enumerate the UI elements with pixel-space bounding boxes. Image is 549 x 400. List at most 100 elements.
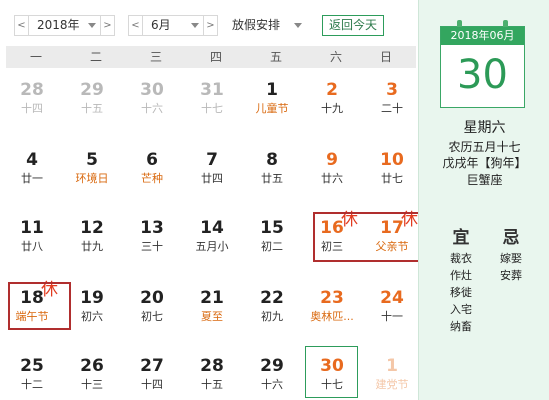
day-number: 3 xyxy=(386,80,398,100)
day-number: 1 xyxy=(386,356,398,376)
day-cell[interactable]: 1 建党节 xyxy=(362,346,422,400)
day-cell[interactable]: 28 十四 xyxy=(2,70,62,138)
holiday-select[interactable]: 放假安排 xyxy=(223,15,307,36)
lunar-day-label: 十六 xyxy=(261,378,283,391)
day-number: 26 xyxy=(80,356,104,376)
day-number: 6 xyxy=(146,150,158,170)
holiday-select-label: 放假安排 xyxy=(232,18,281,32)
lunar-day-label: 十五 xyxy=(81,102,103,115)
day-cell[interactable]: 15 初二 xyxy=(242,208,302,276)
lunar-day-label: 廿一 xyxy=(21,172,43,185)
yi-item: 纳畜 xyxy=(450,320,472,333)
calendar-toolbar: < 2018年 > < 6月 > 放假安排 返回今天 xyxy=(0,0,418,46)
day-cell[interactable]: 29 十六 xyxy=(242,346,302,400)
day-number: 24 xyxy=(380,288,404,308)
lunar-day-label: 三十 xyxy=(141,240,163,253)
day-number: 23 xyxy=(320,288,344,308)
yi-item: 作灶 xyxy=(450,269,472,282)
holiday-highlight xyxy=(8,282,71,330)
day-cell[interactable]: 26 十三 xyxy=(62,346,122,400)
day-cell[interactable]: 3 二十 xyxy=(362,70,422,138)
ji-item: 嫁娶 xyxy=(500,252,522,265)
day-cell[interactable]: 30 十六 xyxy=(122,70,182,138)
weekday-label: 二 xyxy=(89,50,102,64)
lunar-day-label: 廿五 xyxy=(261,172,283,185)
day-number: 15 xyxy=(260,218,284,238)
day-number: 29 xyxy=(260,356,284,376)
day-number: 2 xyxy=(326,80,338,100)
day-cell[interactable]: 9 廿六 xyxy=(302,140,362,208)
year-select[interactable]: 2018年 xyxy=(28,15,101,36)
ji-item: 安葬 xyxy=(500,269,522,282)
day-number: 10 xyxy=(380,150,404,170)
day-cell[interactable]: 20 初七 xyxy=(122,278,182,346)
lunar-day-label: 初六 xyxy=(81,310,103,323)
day-number: 29 xyxy=(80,80,104,100)
day-cell[interactable]: 1 儿童节 xyxy=(242,70,302,138)
festival-label: 环境日 xyxy=(75,172,109,185)
lunar-day-label: 十五 xyxy=(201,378,223,391)
day-number: 7 xyxy=(206,150,218,170)
day-cell[interactable]: 10 廿七 xyxy=(362,140,422,208)
next-month-button[interactable]: > xyxy=(203,15,218,36)
day-number: 28 xyxy=(20,80,44,100)
day-number: 11 xyxy=(20,218,44,238)
weekday-label: 三 xyxy=(149,50,162,64)
prev-month-button[interactable]: < xyxy=(128,15,143,36)
weekday-header: 一 二 三 四 五 六 日 xyxy=(6,46,416,68)
weekday-label: 五 xyxy=(269,50,282,64)
day-cell[interactable]: 21 夏至 xyxy=(182,278,242,346)
lunar-day-label: 十四 xyxy=(141,378,163,391)
festival-label: 芒种 xyxy=(141,172,163,185)
day-cell[interactable]: 7 廿四 xyxy=(182,140,242,208)
panel-month-header: 2018年06月 xyxy=(441,27,524,45)
day-cell[interactable]: 25 十二 xyxy=(2,346,62,400)
yi-item: 入宅 xyxy=(450,303,472,316)
day-cell[interactable]: 24 十一 xyxy=(362,278,422,346)
weekday-label: 日 xyxy=(379,50,392,64)
panel-weekday: 星期六 xyxy=(463,120,506,136)
day-number: 13 xyxy=(140,218,164,238)
day-cell[interactable]: 13 三十 xyxy=(122,208,182,276)
panel-lunar-date: 农历五月十七 xyxy=(448,140,521,154)
day-number: 9 xyxy=(326,150,338,170)
day-cell[interactable]: 29 十五 xyxy=(62,70,122,138)
lunar-day-label: 二十 xyxy=(381,102,403,115)
day-cell[interactable]: 14 五月小 xyxy=(182,208,242,276)
lunar-day-label: 廿六 xyxy=(321,172,343,185)
day-number: 25 xyxy=(20,356,44,376)
day-cell[interactable]: 4 廿一 xyxy=(2,140,62,208)
day-cell[interactable]: 23 奥林匹... xyxy=(302,278,362,346)
lunar-day-label: 廿四 xyxy=(201,172,223,185)
day-number: 12 xyxy=(80,218,104,238)
festival-label: 建党节 xyxy=(375,378,409,391)
day-cell[interactable]: 2 十九 xyxy=(302,70,362,138)
lunar-day-label: 廿九 xyxy=(81,240,103,253)
day-cell[interactable]: 19 初六 xyxy=(62,278,122,346)
day-cell[interactable]: 27 十四 xyxy=(122,346,182,400)
month-select[interactable]: 6月 xyxy=(142,15,204,36)
prev-year-button[interactable]: < xyxy=(14,15,29,36)
next-year-button[interactable]: > xyxy=(100,15,115,36)
day-cell[interactable]: 8 廿五 xyxy=(242,140,302,208)
back-to-today-button[interactable]: 返回今天 xyxy=(322,15,384,36)
day-cell[interactable]: 5 环境日 xyxy=(62,140,122,208)
day-cell[interactable]: 11 廿八 xyxy=(2,208,62,276)
lunar-day-label: 十六 xyxy=(141,102,163,115)
yi-item: 裁衣 xyxy=(450,252,472,265)
day-number: 4 xyxy=(26,150,38,170)
day-number: 14 xyxy=(200,218,224,238)
day-number: 27 xyxy=(140,356,164,376)
day-number: 30 xyxy=(140,80,164,100)
lunar-day-label: 十七 xyxy=(201,102,223,115)
panel-day-number: 30 xyxy=(457,52,508,98)
panel-zodiac: 巨蟹座 xyxy=(466,173,503,187)
ji-list: 忌 嫁娶 安葬 xyxy=(491,226,531,284)
day-cell[interactable]: 31 十七 xyxy=(182,70,242,138)
day-cell[interactable]: 22 初九 xyxy=(242,278,302,346)
day-cell[interactable]: 28 十五 xyxy=(182,346,242,400)
day-cell[interactable]: 12 廿九 xyxy=(62,208,122,276)
day-number: 20 xyxy=(140,288,164,308)
day-cell[interactable]: 6 芒种 xyxy=(122,140,182,208)
today-highlight xyxy=(305,346,358,398)
